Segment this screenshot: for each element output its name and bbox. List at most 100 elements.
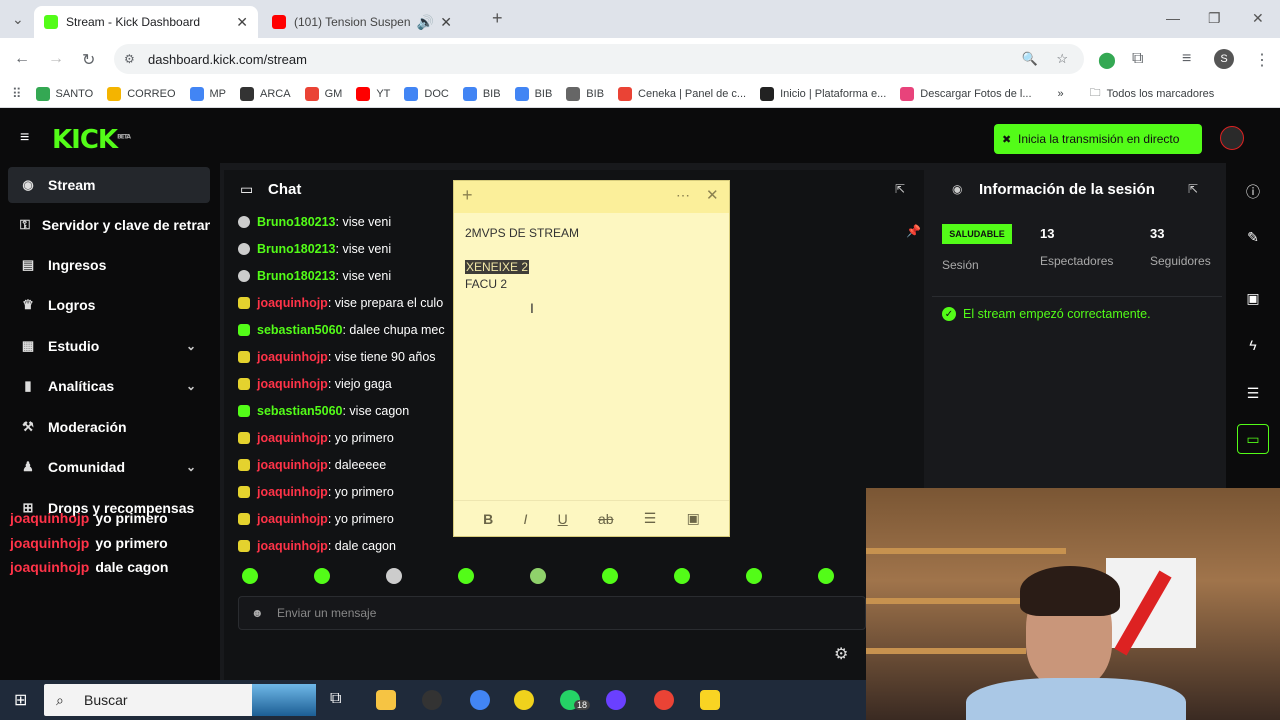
minimize-icon[interactable]: —: [1166, 10, 1180, 26]
emote-icon[interactable]: [242, 568, 258, 584]
chat-message[interactable]: Bruno180213: vise veni: [238, 235, 460, 262]
lightning-icon[interactable]: ϟ: [1244, 337, 1262, 353]
emote-icon[interactable]: [386, 568, 402, 584]
site-info-icon[interactable]: ⚙: [124, 52, 135, 66]
chat-username[interactable]: Bruno180213: [257, 269, 336, 283]
bookmark-item[interactable]: YT: [356, 86, 390, 101]
kick-logo[interactable]: KICKBETA: [52, 125, 131, 155]
chat-username[interactable]: Bruno180213: [257, 242, 336, 256]
chat-message[interactable]: joaquinhojp: yo primero: [238, 478, 460, 505]
sidebar-item-community[interactable]: ♟ Comunidad ⌄: [8, 449, 210, 485]
chat-username[interactable]: joaquinhojp: [257, 458, 328, 472]
sidebar-item-income[interactable]: ▤ Ingresos: [8, 247, 210, 283]
bookmark-item[interactable]: CORREO: [107, 86, 176, 101]
chat-username[interactable]: joaquinhojp: [257, 377, 328, 391]
maximize-icon[interactable]: ❐: [1208, 10, 1221, 27]
chat-username[interactable]: Bruno180213: [257, 215, 336, 229]
app-icon[interactable]: [514, 690, 534, 710]
underline-button[interactable]: U: [558, 511, 568, 527]
insert-image-button[interactable]: ▣: [687, 510, 700, 527]
chat-message[interactable]: joaquinhojp: viejo gaga: [238, 370, 460, 397]
chat-message[interactable]: joaquinhojp: yo primero: [238, 424, 460, 451]
emote-icon[interactable]: [674, 568, 690, 584]
chat-message[interactable]: joaquinhojp: daleeeee: [238, 451, 460, 478]
chat-username[interactable]: joaquinhojp: [257, 431, 328, 445]
sidebar-item-moderation[interactable]: ⚒ Moderación: [8, 409, 210, 445]
sidebar-item-achievements[interactable]: ♛ Logros: [8, 287, 210, 323]
sticky-note-window[interactable]: + ⋯ ✕ 2MVPS DE STREAM XENEIXE 2 FACU 2 B…: [453, 180, 730, 537]
bookmark-item[interactable]: Inicio | Plataforma e...: [760, 86, 886, 101]
chat-username[interactable]: sebastian5060: [257, 404, 342, 418]
app-icon[interactable]: [606, 690, 626, 710]
chat-settings-gear-icon[interactable]: ⚙: [834, 644, 848, 664]
video-icon[interactable]: ▣: [1244, 290, 1262, 307]
task-view-icon[interactable]: ⧉: [330, 690, 341, 708]
chat-username[interactable]: joaquinhojp: [257, 539, 328, 553]
speaker-icon[interactable]: 🔊: [417, 14, 434, 31]
bookmark-item[interactable]: DOC: [404, 86, 449, 101]
emote-icon[interactable]: [818, 568, 834, 584]
close-window-icon[interactable]: ✕: [1252, 10, 1264, 27]
italic-button[interactable]: I: [523, 511, 527, 527]
hamburger-menu-icon[interactable]: ≡: [20, 129, 29, 147]
edit-icon[interactable]: ✎: [1244, 229, 1262, 246]
user-avatar[interactable]: [1220, 126, 1244, 150]
chrome-profile-icon[interactable]: [654, 690, 674, 710]
close-tab-icon[interactable]: ✕: [440, 14, 452, 31]
chat-message[interactable]: joaquinhojp: dale cagon: [238, 532, 460, 559]
popout-icon[interactable]: ⇱: [895, 182, 905, 196]
taskbar-search[interactable]: ⌕ Buscar: [44, 684, 316, 716]
bookmark-item[interactable]: BIB: [514, 86, 552, 101]
chat-message[interactable]: Bruno180213: vise veni: [238, 208, 460, 235]
emoji-icon[interactable]: ☻: [251, 606, 264, 620]
new-note-icon[interactable]: +: [462, 185, 473, 206]
url-input[interactable]: ⚙ dashboard.kick.com/stream 🔍 ☆: [114, 44, 1084, 74]
sidebar-item-analytics[interactable]: ▮ Analíticas ⌄: [8, 368, 210, 404]
emote-icon[interactable]: [458, 568, 474, 584]
forward-icon[interactable]: →: [48, 50, 64, 68]
reload-icon[interactable]: ↻: [82, 50, 95, 70]
emote-icon[interactable]: [530, 568, 546, 584]
bookmark-item[interactable]: MP: [189, 86, 226, 101]
file-explorer-icon[interactable]: [376, 690, 396, 710]
chat-message[interactable]: sebastian5060: dalee chupa mec: [238, 316, 460, 343]
new-tab-icon[interactable]: +: [492, 8, 503, 29]
bookmark-item[interactable]: ARCA: [240, 86, 291, 101]
menu-kebab-icon[interactable]: ⋮: [1254, 50, 1270, 70]
chat-username[interactable]: sebastian5060: [257, 323, 342, 337]
tab-search-icon[interactable]: ⌄: [12, 11, 24, 28]
all-bookmarks-folder[interactable]: 🗀 Todos los marcadores: [1090, 84, 1215, 103]
profile-avatar[interactable]: S: [1214, 49, 1234, 69]
sidebar-item-studio[interactable]: ▦ Estudio ⌄: [8, 328, 210, 364]
chat-message[interactable]: joaquinhojp: vise prepara el culo: [238, 289, 460, 316]
chat-message[interactable]: Bruno180213: vise veni: [238, 262, 460, 289]
bookmark-item[interactable]: Ceneka | Panel de c...: [618, 86, 746, 101]
extensions-icon[interactable]: ⧉: [1132, 50, 1143, 68]
chat-username[interactable]: joaquinhojp: [257, 485, 328, 499]
bold-button[interactable]: B: [483, 511, 493, 527]
emote-icon[interactable]: [602, 568, 618, 584]
zoom-icon[interactable]: 🔍: [1022, 51, 1038, 67]
strikethrough-button[interactable]: ab: [598, 511, 614, 527]
pin-icon[interactable]: 📌: [906, 224, 921, 238]
sidebar-item-server-key[interactable]: ⚿ Servidor y clave de retransmisión: [8, 207, 210, 243]
bullet-list-button[interactable]: ☰: [644, 510, 657, 527]
bookmark-item[interactable]: Descargar Fotos de l...: [900, 86, 1032, 101]
close-note-icon[interactable]: ✕: [706, 186, 719, 204]
back-icon[interactable]: ←: [14, 50, 30, 68]
bookmark-star-icon[interactable]: ☆: [1056, 51, 1068, 67]
tab-kick-dashboard[interactable]: Stream - Kick Dashboard ✕: [34, 6, 258, 38]
chat-message-input[interactable]: ☻ Enviar un mensaje: [238, 596, 866, 630]
chat-username[interactable]: joaquinhojp: [257, 512, 328, 526]
windows-start-icon[interactable]: ⊞: [14, 690, 27, 710]
bookmark-item[interactable]: BIB: [462, 86, 501, 101]
tab-youtube[interactable]: (101) Tension Suspense Cin 🔊 ✕: [262, 6, 462, 38]
more-options-icon[interactable]: ⋯: [676, 187, 690, 204]
chrome-icon[interactable]: [470, 690, 490, 710]
sticky-notes-icon[interactable]: [700, 690, 720, 710]
info-icon[interactable]: ⓘ: [1244, 182, 1262, 202]
apps-grid-icon[interactable]: ⠿: [12, 86, 22, 102]
emote-icon[interactable]: [314, 568, 330, 584]
go-live-button[interactable]: ✖ Inicia la transmisión en directo: [994, 124, 1202, 154]
chat-message[interactable]: joaquinhojp: vise tiene 90 años: [238, 343, 460, 370]
